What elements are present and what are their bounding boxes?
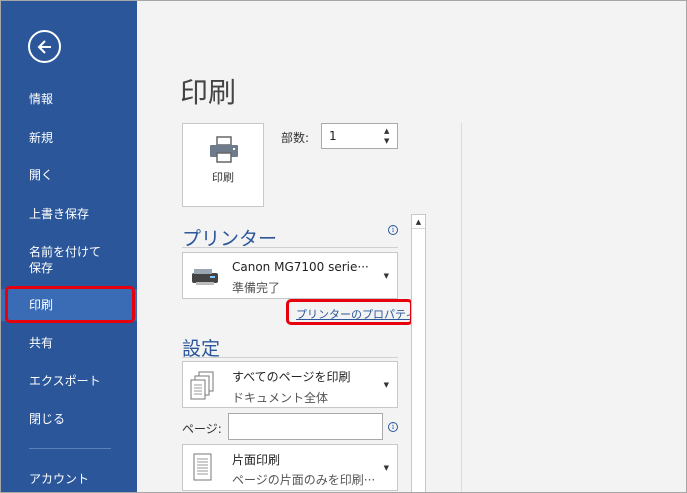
- preview-divider: [461, 123, 462, 492]
- printer-name: Canon MG7100 serie···: [232, 260, 369, 274]
- print-button[interactable]: 印刷: [182, 123, 264, 207]
- print-scope-title: すべてのページを印刷: [232, 370, 351, 384]
- printer-select[interactable]: Canon MG7100 serie··· 準備完了 ▼: [182, 252, 398, 299]
- print-backstage-window: 情報 新規 開く 上書き保存 名前を付けて 保存 印刷 共有 エクスポート 閉じ…: [0, 0, 687, 493]
- print-button-label: 印刷: [212, 171, 234, 184]
- chevron-down-icon: ▼: [383, 381, 389, 389]
- sidebar-item-label: 開く: [29, 168, 54, 182]
- sidebar-item-export[interactable]: エクスポート: [1, 373, 137, 389]
- settings-scrollbar[interactable]: ▲: [411, 214, 426, 492]
- sidebar-item-label: アカウント: [29, 472, 90, 486]
- sidebar-item-save-as[interactable]: 名前を付けて 保存: [1, 244, 137, 276]
- sidebar-item-save[interactable]: 上書き保存: [1, 206, 137, 222]
- pages-label: ページ:: [182, 422, 222, 436]
- printer-device-icon: [192, 269, 218, 285]
- sidebar-item-account[interactable]: アカウント: [1, 471, 137, 487]
- sidebar-divider: [29, 448, 111, 449]
- highlight-box-print: [5, 286, 135, 323]
- copies-spinner[interactable]: ▲ ▼: [384, 126, 394, 146]
- sidebar-item-label: 情報: [29, 92, 54, 106]
- back-arrow-icon: [37, 40, 51, 54]
- pages-info-icon[interactable]: i: [388, 422, 398, 432]
- printer-info-icon[interactable]: i: [388, 225, 398, 235]
- printer-status: 準備完了: [232, 281, 281, 295]
- single-side-page-icon: [193, 453, 212, 481]
- copies-label: 部数:: [281, 131, 310, 145]
- sidebar-item-open[interactable]: 開く: [1, 167, 137, 183]
- sidebar-item-label: エクスポート: [29, 374, 101, 388]
- sidebar-item-label: 新規: [29, 131, 54, 145]
- sidebar-item-close[interactable]: 閉じる: [1, 411, 137, 427]
- sidebar-item-label: 上書き保存: [29, 207, 90, 221]
- scroll-up-icon[interactable]: ▲: [412, 215, 425, 229]
- pages-stack-icon: [190, 371, 214, 400]
- chevron-down-icon: ▼: [383, 272, 389, 280]
- sidebar-item-label: 共有: [29, 336, 54, 350]
- pages-input[interactable]: [228, 413, 383, 440]
- sidebar-item-share[interactable]: 共有: [1, 335, 137, 351]
- print-sides-title: 片面印刷: [232, 453, 281, 467]
- sidebar-item-label: 閉じる: [29, 412, 66, 426]
- printer-heading-rule: [182, 247, 398, 248]
- chevron-down-icon: ▼: [383, 464, 389, 472]
- print-sides-select[interactable]: 片面印刷 ページの片面のみを印刷··· ▼: [182, 444, 398, 491]
- page-title: 印刷: [180, 76, 237, 109]
- settings-heading-rule: [182, 357, 398, 358]
- sidebar-item-info[interactable]: 情報: [1, 91, 137, 107]
- highlight-box-properties: [286, 299, 413, 325]
- print-sides-sub: ページの片面のみを印刷···: [232, 473, 376, 487]
- backstage-sidebar: 情報 新規 開く 上書き保存 名前を付けて 保存 印刷 共有 エクスポート 閉じ…: [1, 1, 137, 492]
- sidebar-item-new[interactable]: 新規: [1, 130, 137, 146]
- print-scope-select[interactable]: すべてのページを印刷 ドキュメント全体 ▼: [182, 361, 398, 408]
- spin-down-icon[interactable]: ▼: [384, 136, 394, 146]
- printer-icon: [210, 136, 238, 163]
- spin-up-icon[interactable]: ▲: [384, 126, 394, 136]
- print-scope-sub: ドキュメント全体: [232, 391, 329, 405]
- copies-value: 1: [329, 129, 337, 143]
- sidebar-item-label: 名前を付けて 保存: [29, 245, 102, 275]
- back-button[interactable]: [28, 30, 61, 63]
